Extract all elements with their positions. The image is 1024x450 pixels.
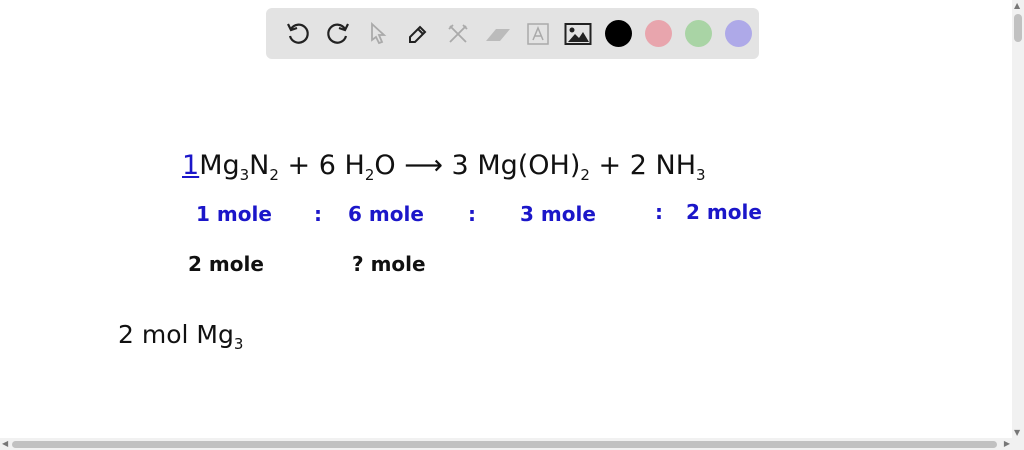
given-mg3n2: 2 mole: [188, 252, 264, 276]
ratio-2: 2 mole: [686, 200, 762, 224]
image-icon[interactable]: [558, 14, 598, 54]
ratio-sep: :: [468, 202, 476, 226]
select-icon[interactable]: [358, 14, 398, 54]
color-pink[interactable]: [638, 14, 678, 54]
pen-icon[interactable]: [398, 14, 438, 54]
reaction-arrow: ⟶: [404, 150, 443, 181]
color-black[interactable]: [598, 14, 638, 54]
chemical-equation: 1Mg3N2 + 6 H2O ⟶ 3 Mg(OH)2 + 2 NH3: [182, 150, 706, 184]
ratio-6: 6 mole: [348, 202, 424, 226]
ratio-1: 1 mole: [196, 202, 272, 226]
color-purple[interactable]: [718, 14, 758, 54]
drawing-toolbar: [266, 8, 759, 59]
unknown-h2o: ? mole: [352, 252, 426, 276]
vertical-scrollbar[interactable]: ▲ ▼: [1012, 0, 1024, 438]
ratio-3: 3 mole: [520, 202, 596, 226]
tools-icon[interactable]: [438, 14, 478, 54]
undo-icon[interactable]: [278, 14, 318, 54]
horizontal-scrollbar[interactable]: ◀ ▶: [0, 438, 1024, 450]
vertical-scroll-thumb[interactable]: [1014, 14, 1022, 42]
color-green[interactable]: [678, 14, 718, 54]
redo-icon[interactable]: [318, 14, 358, 54]
ratio-sep: :: [655, 200, 663, 224]
text-icon[interactable]: [518, 14, 558, 54]
ratio-sep: :: [314, 202, 322, 226]
eraser-icon[interactable]: [478, 14, 518, 54]
work-line: 2 mol Mg3: [118, 320, 244, 353]
horizontal-scroll-thumb[interactable]: [12, 441, 997, 448]
